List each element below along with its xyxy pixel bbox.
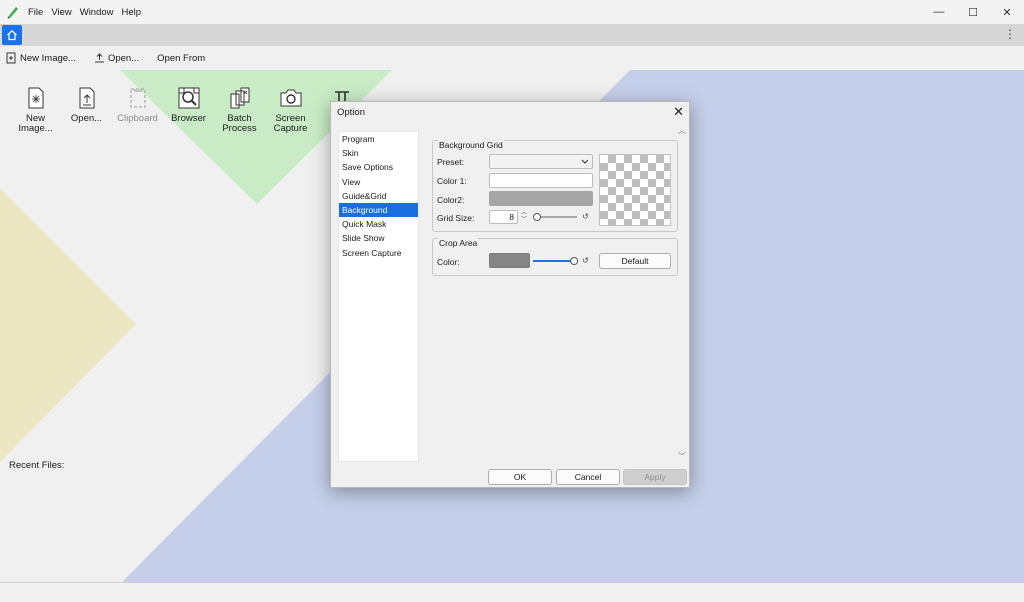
category-save-options[interactable]: Save Options (339, 160, 418, 174)
open-tool-label: Open... (70, 113, 103, 124)
ok-button[interactable]: OK (488, 469, 552, 485)
chevron-down-icon (581, 159, 589, 164)
menu-view[interactable]: View (47, 7, 75, 18)
crop-opacity-reset-icon[interactable]: ↺ (582, 256, 589, 265)
default-button[interactable]: Default (599, 253, 671, 269)
color1-label: Color 1: (437, 176, 467, 186)
clipboard-tool[interactable]: Clipboard (112, 86, 163, 134)
open-icon (79, 87, 94, 109)
preset-label: Preset: (437, 157, 464, 167)
preset-select[interactable] (489, 154, 593, 169)
color1-swatch[interactable] (489, 173, 593, 188)
category-background[interactable]: Background (339, 202, 418, 218)
recent-files-label: Recent Files: (9, 460, 65, 471)
screen-capture-tool[interactable]: Screen Capture (265, 86, 316, 134)
maximize-button[interactable]: ☐ (956, 0, 990, 24)
grid-size-slider[interactable] (531, 212, 579, 222)
dialog-title: Option (337, 106, 365, 118)
new-image-icon (28, 87, 43, 109)
quick-tools: New Image... Open... Clipboard Browser B… (10, 86, 367, 134)
menu-bar: File View Window Help (24, 7, 145, 18)
clipboard-icon (130, 88, 145, 108)
category-slide-show[interactable]: Slide Show (339, 231, 418, 245)
color2-swatch[interactable] (489, 191, 593, 206)
window-controls: — ☐ ✕ (922, 0, 1024, 24)
grid-size-reset-icon[interactable]: ↺ (582, 212, 589, 221)
category-list: Program Skin Save Options View Guide&Gri… (338, 131, 419, 462)
grid-size-input[interactable]: 8 (489, 210, 518, 224)
crop-area-group: Crop Area Color: ↺ Default (432, 238, 678, 276)
new-image-tool-label: New Image... (18, 113, 53, 134)
menu-file[interactable]: File (24, 7, 47, 18)
grid-preview (599, 154, 671, 226)
crop-area-title: Crop Area (438, 238, 479, 248)
home-tab[interactable] (2, 25, 22, 45)
open-tool[interactable]: Open... (61, 86, 112, 134)
close-window-button[interactable]: ✕ (990, 0, 1024, 24)
color2-label: Color2: (437, 195, 465, 205)
open-from-button[interactable]: Open From (157, 53, 205, 64)
background-grid-group: Background Grid Preset: Color 1: Color2:… (432, 140, 678, 232)
cancel-button[interactable]: Cancel (556, 469, 620, 485)
category-quick-mask[interactable]: Quick Mask (339, 217, 418, 231)
menu-help[interactable]: Help (118, 7, 146, 18)
clipboard-tool-label: Clipboard (117, 113, 158, 124)
scroll-up-icon[interactable]: ︿ (678, 125, 686, 136)
batch-process-tool-label: Batch Process (222, 113, 257, 134)
new-image-tool[interactable]: New Image... (10, 86, 61, 134)
open-from-label: Open From (157, 52, 206, 64)
new-image-label: New Image... (20, 52, 76, 64)
camera-icon (280, 89, 301, 107)
option-dialog: Option ✕ Program Skin Save Options View … (330, 101, 690, 488)
category-skin[interactable]: Skin (339, 146, 418, 160)
apply-button[interactable]: Apply (623, 469, 687, 485)
home-icon (7, 29, 17, 41)
more-options-icon[interactable]: ⋮ (1004, 27, 1016, 41)
status-bar (0, 582, 1024, 602)
tab-bar: ⋮ (0, 24, 1024, 46)
category-program[interactable]: Program (339, 132, 418, 146)
category-guide-grid[interactable]: Guide&Grid (339, 189, 418, 203)
open-button[interactable]: Open... (94, 52, 139, 64)
category-view[interactable]: View (339, 175, 418, 189)
crop-color-label: Color: (437, 257, 460, 267)
browser-tool[interactable]: Browser (163, 86, 214, 134)
batch-process-tool[interactable]: Batch Process (214, 86, 265, 134)
menu-window[interactable]: Window (76, 7, 118, 18)
app-logo-icon (7, 7, 18, 19)
open-label: Open... (107, 52, 140, 64)
upload-icon (94, 53, 104, 63)
crop-color-swatch[interactable] (489, 253, 530, 268)
scroll-down-icon[interactable]: ﹀ (678, 451, 686, 462)
batch-process-icon (230, 87, 249, 109)
category-screen-capture[interactable]: Screen Capture (339, 246, 418, 260)
minimize-button[interactable]: — (922, 0, 956, 24)
grid-size-stepper[interactable]: ︿ ﹀ (519, 210, 529, 224)
title-bar: File View Window Help — ☐ ✕ (0, 0, 1024, 24)
browser-icon (178, 87, 199, 109)
screen-capture-tool-label: Screen Capture (273, 113, 308, 134)
grid-size-label: Grid Size: (437, 213, 475, 223)
toolbar: New Image... Open... Open From (0, 46, 1024, 70)
crop-opacity-slider[interactable] (531, 256, 579, 266)
dialog-close-icon[interactable]: ✕ (673, 105, 684, 118)
new-image-small-icon (6, 52, 16, 64)
new-image-button[interactable]: New Image... (6, 52, 76, 64)
background-grid-title: Background Grid (438, 140, 504, 150)
browser-tool-label: Browser (171, 113, 206, 124)
